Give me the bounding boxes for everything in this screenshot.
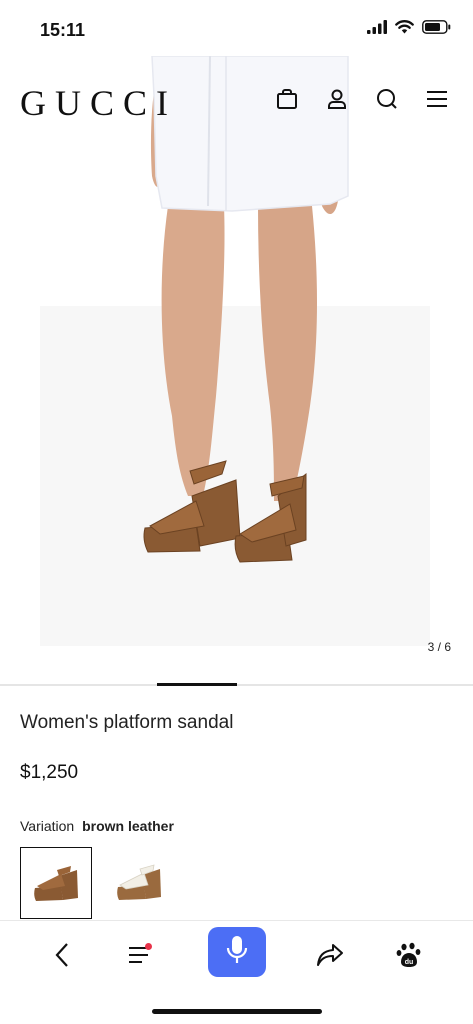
variation-thumb-brown[interactable] bbox=[20, 847, 92, 919]
variation-line: Variation brown leather bbox=[20, 818, 174, 834]
status-bar: 15:11 bbox=[0, 0, 473, 56]
image-counter: 3 / 6 bbox=[427, 640, 451, 654]
home-indicator[interactable] bbox=[152, 1009, 322, 1014]
shopping-bag-button[interactable] bbox=[274, 88, 300, 114]
product-image[interactable] bbox=[0, 56, 473, 682]
search-button[interactable] bbox=[374, 88, 400, 114]
search-icon bbox=[376, 88, 398, 115]
user-icon bbox=[326, 88, 348, 115]
svg-text:du: du bbox=[405, 959, 414, 966]
share-arrow-icon bbox=[316, 943, 344, 972]
battery-icon bbox=[422, 20, 451, 39]
back-button[interactable] bbox=[40, 935, 84, 979]
variation-label: Variation bbox=[20, 818, 75, 834]
hamburger-menu-icon bbox=[426, 89, 448, 114]
white-sandal-thumbnail bbox=[117, 864, 161, 900]
chevron-left-icon bbox=[54, 942, 70, 973]
gucci-logo[interactable]: GUCCI bbox=[20, 82, 177, 124]
gallery-progress-indicator bbox=[157, 683, 237, 686]
account-button[interactable] bbox=[324, 88, 350, 114]
product-title: Women's platform sandal bbox=[20, 712, 234, 733]
baidu-button[interactable]: du bbox=[387, 935, 431, 979]
menu-button[interactable] bbox=[424, 88, 450, 114]
tabs-menu-button[interactable] bbox=[118, 935, 162, 979]
site-header: GUCCI bbox=[0, 56, 473, 142]
variation-value: brown leather bbox=[82, 818, 174, 834]
signal-icon bbox=[367, 20, 387, 39]
wifi-icon bbox=[395, 20, 414, 39]
status-icons bbox=[367, 20, 451, 39]
brown-sandal-thumbnail bbox=[34, 866, 78, 901]
share-button[interactable] bbox=[308, 935, 352, 979]
browser-toolbar: du bbox=[0, 920, 473, 991]
shopping-bag-icon bbox=[276, 88, 298, 115]
status-time: 15:11 bbox=[40, 20, 86, 40]
variation-thumb-white[interactable] bbox=[104, 847, 176, 919]
model-photo bbox=[0, 56, 473, 682]
product-price: $1,250 bbox=[20, 762, 79, 783]
notification-dot bbox=[145, 943, 152, 950]
baidu-paw-icon: du bbox=[396, 942, 422, 973]
voice-search-button[interactable] bbox=[208, 927, 266, 977]
microphone-icon bbox=[226, 935, 248, 970]
